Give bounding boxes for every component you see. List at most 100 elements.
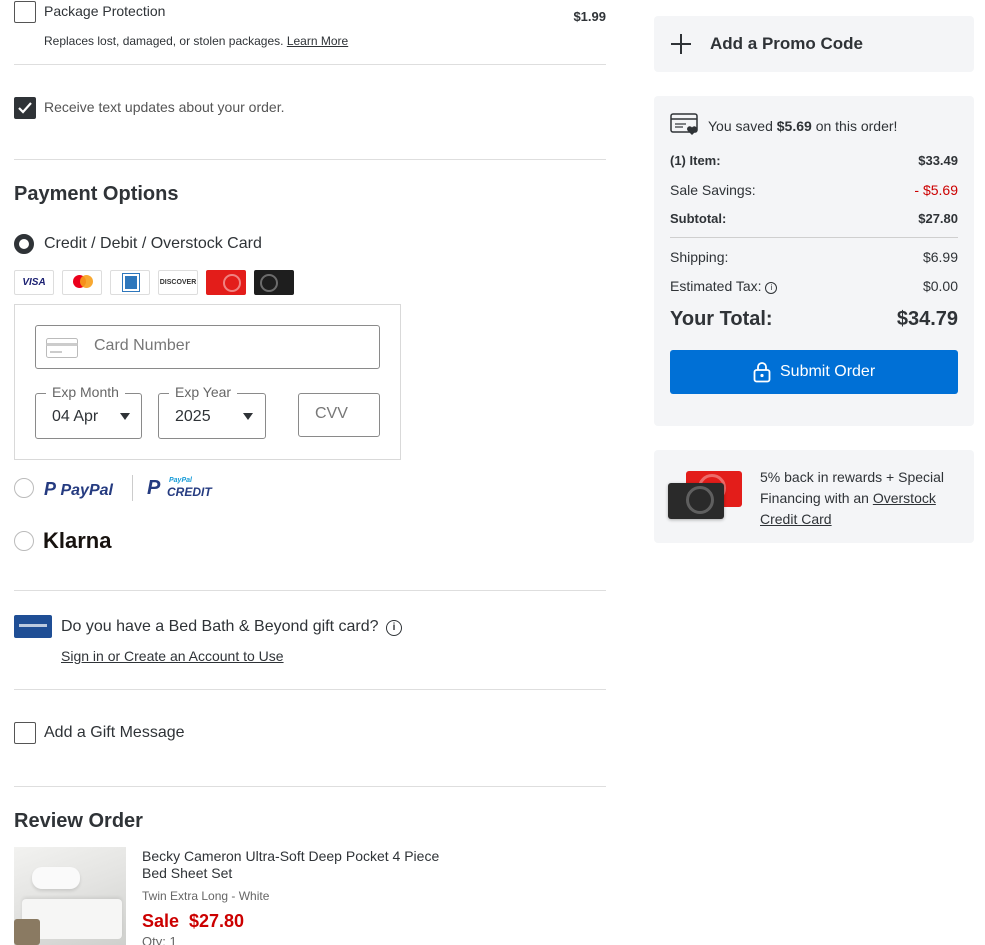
exp-month-select[interactable]: Exp Month 04 Apr [35, 384, 142, 439]
cvv-placeholder: CVV [315, 405, 348, 422]
black-credit-card-image [668, 483, 724, 519]
card-number-placeholder: Card Number [94, 337, 191, 354]
sign-in-create-account-link[interactable]: Sign in or Create an Account to Use [61, 648, 284, 664]
product-title-line1[interactable]: Becky Cameron Ultra-Soft Deep Pocket 4 P… [142, 848, 439, 864]
submit-order-button[interactable]: Submit Order [670, 350, 958, 394]
divider [14, 590, 606, 591]
rewards-text-prefix: Financing with an [760, 490, 869, 506]
divider [14, 64, 606, 65]
exp-month-label: Exp Month [46, 384, 125, 400]
package-protection-checkbox[interactable] [14, 1, 36, 23]
submit-order-label: Submit Order [780, 363, 876, 380]
package-protection-desc-text: Replaces lost, damaged, or stolen packag… [44, 34, 284, 48]
shipping-label: Shipping: [670, 249, 729, 265]
product-image[interactable] [14, 847, 126, 945]
package-protection-label: Package Protection [44, 3, 166, 19]
amex-logo [110, 270, 150, 295]
shipping-value: $6.99 [922, 249, 958, 265]
sale-savings-label: Sale Savings: [670, 182, 756, 198]
discover-logo-text: DISCOVER [159, 279, 197, 286]
credit-card-icon [46, 338, 78, 358]
exp-month-value: 04 Apr [52, 408, 99, 425]
total-label: Your Total: [670, 308, 773, 330]
saved-prefix: You saved [708, 118, 773, 134]
mastercard-orange-circle [80, 275, 93, 288]
paypal-divider [132, 475, 133, 501]
klarna-logo: Klarna [43, 528, 112, 553]
subtotal-value: $27.80 [918, 211, 958, 226]
items-label: (1) Item: [670, 153, 721, 168]
chevron-down-icon [120, 413, 130, 420]
exp-year-value: 2025 [175, 408, 211, 425]
checkmark-icon [18, 102, 32, 114]
paypal-logo: P PayPal [44, 479, 113, 500]
divider [14, 786, 606, 787]
exp-year-label: Exp Year [169, 384, 238, 400]
card-ring-icon [260, 274, 278, 292]
rewards-text: 5% back in rewards + Special Financing w… [760, 467, 960, 530]
pillow-shape [32, 867, 80, 889]
exp-year-select[interactable]: Exp Year 2025 [158, 384, 266, 439]
review-order-heading: Review Order [14, 810, 143, 832]
items-value: $33.49 [918, 153, 958, 168]
info-icon[interactable]: i [386, 620, 402, 636]
plus-icon [671, 34, 691, 54]
gift-message-checkbox[interactable] [14, 722, 36, 744]
summary-divider [670, 237, 958, 238]
sale-savings-value: - $5.69 [914, 182, 958, 198]
learn-more-link[interactable]: Learn More [287, 34, 348, 48]
text-updates-checkbox[interactable] [14, 97, 36, 119]
overstock-link[interactable]: Overstock [873, 490, 936, 506]
chevron-down-icon [243, 413, 253, 420]
credit-card-link[interactable]: Credit Card [760, 509, 960, 530]
credit-card-option-label: Credit / Debit / Overstock Card [44, 235, 262, 252]
amex-badge [122, 273, 140, 292]
product-qty: Qty: 1 [142, 934, 177, 945]
package-protection-price: $1.99 [573, 9, 606, 24]
lock-icon [753, 362, 771, 383]
promo-code-toggle[interactable]: Add a Promo Code [654, 16, 974, 72]
payment-options-heading: Payment Options [14, 183, 179, 205]
basket-shape [14, 919, 40, 945]
paypal-p-icon: P [44, 479, 57, 499]
package-protection-description: Replaces lost, damaged, or stolen packag… [44, 34, 348, 48]
saved-suffix: on this order! [815, 118, 898, 134]
visa-logo: VISA [14, 270, 54, 295]
saved-message: You saved $5.69 on this order! [708, 118, 897, 134]
tax-label: Estimated Tax: i [670, 278, 778, 294]
paypal-credit-small: PayPal [169, 477, 192, 484]
divider [14, 159, 606, 160]
gift-card-stripe [19, 624, 47, 627]
discover-logo: DISCOVER [158, 270, 198, 295]
card-ring-icon [686, 486, 714, 514]
promo-code-label: Add a Promo Code [710, 34, 864, 53]
rewards-text-line1: 5% back in rewards + Special [760, 469, 945, 485]
subtotal-label: Subtotal: [670, 211, 727, 226]
card-ring-icon [223, 274, 241, 292]
card-number-input[interactable]: Card Number [35, 325, 380, 369]
paypal-wordmark: PayPal [60, 482, 113, 499]
product-variant: Twin Extra Long - White [142, 889, 270, 903]
cvv-input[interactable]: CVV [298, 393, 380, 437]
sale-price: $27.80 [189, 911, 245, 931]
divider [14, 689, 606, 690]
sale-label: Sale [142, 911, 180, 931]
total-value: $34.79 [896, 308, 958, 330]
klarna-radio[interactable] [14, 531, 34, 551]
overstock-black-card-logo [254, 270, 294, 295]
paypal-radio[interactable] [14, 478, 34, 498]
gift-message-label: Add a Gift Message [44, 724, 185, 741]
gift-card-question: Do you have a Bed Bath & Beyond gift car… [61, 618, 379, 635]
paypal-credit-wordmark: CREDIT [167, 485, 212, 499]
mastercard-logo [62, 270, 102, 295]
tax-info-icon[interactable]: i [765, 282, 778, 294]
paypal-credit-p-icon: P [147, 477, 161, 499]
text-updates-label: Receive text updates about your order. [44, 99, 285, 115]
bed-bath-beyond-gift-card-icon [14, 615, 52, 638]
overstock-red-card-logo [206, 270, 246, 295]
receipt-heart-icon [670, 113, 698, 135]
rewards-text-line2: Financing with an Overstock [760, 488, 960, 509]
saved-amount: $5.69 [776, 118, 812, 134]
product-title-line2[interactable]: Bed Sheet Set [142, 865, 232, 881]
credit-card-radio[interactable] [14, 234, 34, 254]
